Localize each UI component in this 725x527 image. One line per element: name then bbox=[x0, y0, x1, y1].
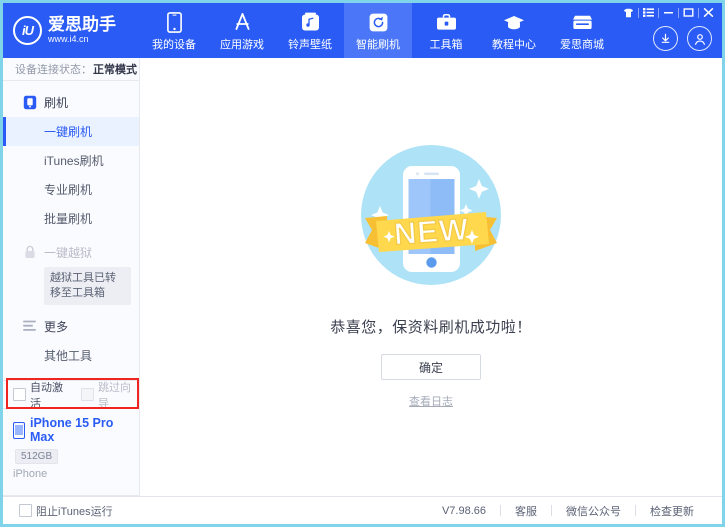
sidebar-divider bbox=[3, 495, 139, 496]
tab-label: 教程中心 bbox=[492, 39, 536, 51]
auto-activate-option[interactable]: 自动激活 bbox=[13, 379, 71, 411]
sidebar-item-batch-flash[interactable]: 批量刷机 bbox=[3, 204, 139, 233]
block-itunes-checkbox[interactable] bbox=[19, 504, 32, 517]
header-account-icons bbox=[653, 26, 712, 51]
minimize-icon[interactable] bbox=[659, 5, 678, 20]
close-icon[interactable] bbox=[699, 5, 718, 20]
sidebar-item-label: 其他工具 bbox=[44, 349, 93, 364]
block-itunes-option[interactable]: 阻止iTunes运行 bbox=[19, 503, 113, 519]
sidebar-item-pro-flash[interactable]: 专业刷机 bbox=[3, 175, 139, 204]
logo-url: www.i4.cn bbox=[48, 34, 89, 45]
device-name: iPhone 15 Pro Max bbox=[30, 416, 114, 444]
sidebar-item-one-key-flash[interactable]: 一键刷机 bbox=[3, 117, 139, 147]
connection-status-value: 正常模式 bbox=[93, 64, 137, 77]
logo-text: 爱思助手 www.i4.cn bbox=[48, 16, 116, 44]
new-phone-badge-illustration: NEW bbox=[346, 130, 516, 300]
tab-ringtones-wallpaper[interactable]: 铃声壁纸 bbox=[276, 3, 344, 58]
skip-setup-label: 跳过向导 bbox=[98, 381, 131, 410]
connection-status-label: 设备连接状态： bbox=[15, 64, 92, 77]
tab-label: 工具箱 bbox=[429, 39, 463, 51]
status-bar-links: V7.98.66 客服 微信公众号 检查更新 bbox=[428, 503, 708, 519]
app-window: iU 爱思助手 www.i4.cn 我的设备 应用游戏 铃声壁纸 智能刷机 工具… bbox=[0, 0, 725, 527]
device-capacity-badge: 512GB bbox=[15, 449, 59, 464]
sidebar-group-flash[interactable]: 刷机 bbox=[3, 89, 139, 115]
connection-status: 设备连接状态： 正常模式 bbox=[3, 58, 139, 82]
shop-icon bbox=[571, 11, 594, 33]
logo-badge-icon: iU bbox=[13, 16, 42, 45]
tab-label: 智能刷机 bbox=[356, 39, 400, 51]
sidebar-item-other-tools[interactable]: 其他工具 bbox=[3, 341, 139, 370]
sidebar-group-label: 刷机 bbox=[44, 95, 69, 110]
device-name-row: iPhone 15 Pro Max bbox=[13, 416, 139, 444]
sidebar-item-label: 批量刷机 bbox=[44, 212, 93, 227]
download-icon[interactable] bbox=[653, 26, 678, 51]
wechat-official-link[interactable]: 微信公众号 bbox=[552, 503, 635, 519]
tab-toolbox[interactable]: 工具箱 bbox=[412, 3, 480, 58]
sidebar-item-label: 一键刷机 bbox=[44, 125, 93, 140]
tab-smart-flash[interactable]: 智能刷机 bbox=[344, 3, 412, 58]
sidebar: 设备连接状态： 正常模式 刷机 一键刷机 iTunes刷机 专业刷机 批量刷机 … bbox=[3, 58, 140, 496]
connected-device-info[interactable]: iPhone 15 Pro Max 512GB iPhone bbox=[3, 408, 139, 488]
sidebar-group-more[interactable]: 更多 bbox=[3, 313, 139, 339]
main-content: NEW 恭喜您，保资料刷机成功啦！ 确定 查看日志 bbox=[140, 58, 722, 496]
logo-name: 爱思助手 bbox=[48, 15, 116, 35]
skip-setup-checkbox bbox=[81, 388, 94, 401]
tab-my-device[interactable]: 我的设备 bbox=[140, 3, 208, 58]
svg-text:NEW: NEW bbox=[393, 211, 471, 251]
main-nav-tabs: 我的设备 应用游戏 铃声壁纸 智能刷机 工具箱 教程中心 爱思商城 bbox=[140, 3, 616, 58]
app-body: 设备连接状态： 正常模式 刷机 一键刷机 iTunes刷机 专业刷机 批量刷机 … bbox=[3, 58, 722, 496]
sidebar-item-itunes-flash[interactable]: iTunes刷机 bbox=[3, 146, 139, 175]
user-account-icon[interactable] bbox=[687, 26, 712, 51]
window-controls bbox=[619, 5, 718, 20]
customer-service-link[interactable]: 客服 bbox=[501, 503, 551, 519]
app-logo[interactable]: iU 爱思助手 www.i4.cn bbox=[3, 3, 140, 58]
sidebar-group-label: 更多 bbox=[44, 319, 69, 334]
tab-label: 应用游戏 bbox=[220, 39, 264, 51]
sidebar-nav: 刷机 一键刷机 iTunes刷机 专业刷机 批量刷机 一键越狱 越狱工具已转移至… bbox=[3, 81, 139, 380]
auto-activate-checkbox[interactable] bbox=[13, 388, 26, 401]
device-type: iPhone bbox=[13, 468, 48, 480]
phone-icon bbox=[13, 421, 25, 439]
toolbox-icon bbox=[436, 11, 457, 33]
tab-i4-mall[interactable]: 爱思商城 bbox=[548, 3, 616, 58]
tab-tutorial-center[interactable]: 教程中心 bbox=[480, 3, 548, 58]
view-log-link[interactable]: 查看日志 bbox=[409, 393, 453, 409]
skip-setup-option: 跳过向导 bbox=[81, 379, 139, 411]
confirm-button[interactable]: 确定 bbox=[381, 354, 481, 380]
block-itunes-label: 阻止iTunes运行 bbox=[36, 505, 113, 518]
app-header: iU 爱思助手 www.i4.cn 我的设备 应用游戏 铃声壁纸 智能刷机 工具… bbox=[3, 3, 722, 58]
status-bar: 阻止iTunes运行 V7.98.66 客服 微信公众号 检查更新 bbox=[3, 496, 722, 524]
refresh-icon bbox=[369, 11, 388, 33]
music-icon bbox=[301, 11, 320, 33]
sidebar-item-label: iTunes刷机 bbox=[44, 154, 104, 169]
sidebar-options-row: 自动激活 跳过向导 bbox=[3, 378, 139, 411]
check-update-link[interactable]: 检查更新 bbox=[636, 503, 708, 519]
tab-label: 爱思商城 bbox=[560, 39, 604, 51]
appstore-icon bbox=[232, 11, 253, 33]
maximize-icon[interactable] bbox=[679, 5, 698, 20]
jailbreak-tooltip: 越狱工具已转移至工具箱 bbox=[44, 267, 131, 306]
tab-label: 我的设备 bbox=[152, 39, 196, 51]
flash-device-icon bbox=[22, 95, 37, 110]
device-icon bbox=[166, 11, 182, 33]
auto-activate-label: 自动激活 bbox=[30, 381, 63, 410]
lock-icon bbox=[22, 245, 37, 260]
sidebar-group-label: 一键越狱 bbox=[44, 245, 93, 260]
sidebar-group-jailbreak: 一键越狱 bbox=[3, 239, 139, 265]
menu-icon[interactable] bbox=[639, 5, 658, 20]
success-message: 恭喜您，保资料刷机成功啦！ bbox=[330, 319, 532, 336]
tab-apps-games[interactable]: 应用游戏 bbox=[208, 3, 276, 58]
skin-icon[interactable] bbox=[619, 5, 638, 20]
list-icon bbox=[22, 319, 37, 334]
version-label: V7.98.66 bbox=[441, 504, 486, 517]
sidebar-item-label: 专业刷机 bbox=[44, 183, 93, 198]
tab-label: 铃声壁纸 bbox=[288, 39, 332, 51]
graduation-cap-icon bbox=[503, 11, 525, 33]
